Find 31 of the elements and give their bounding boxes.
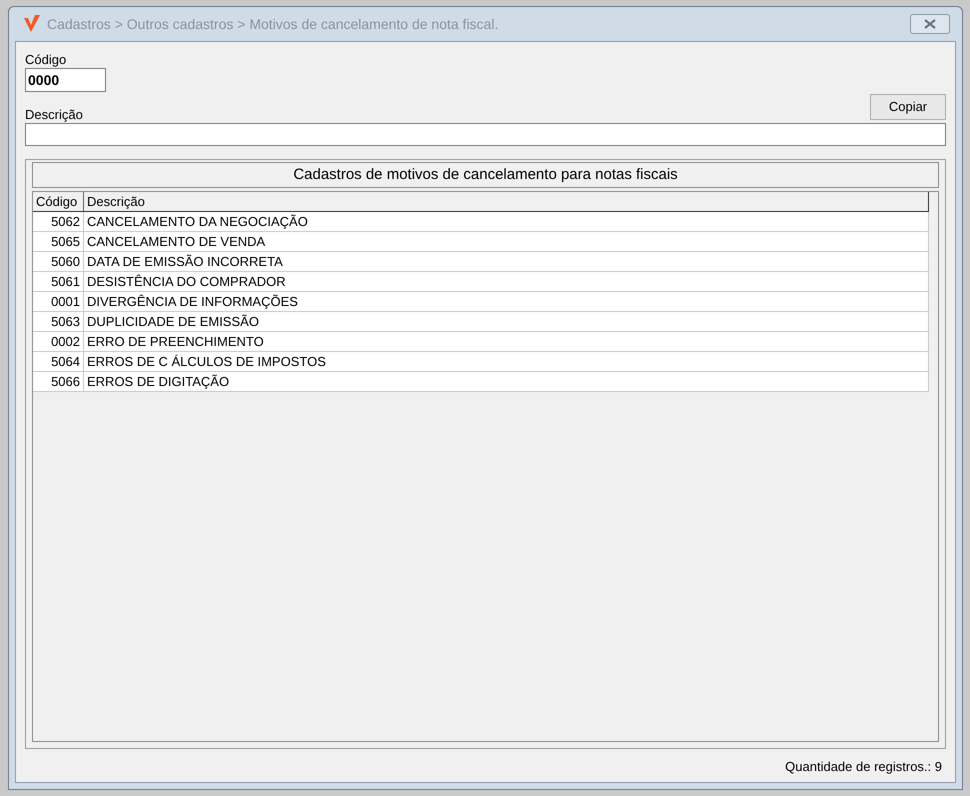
table-cell: 5061 — [33, 272, 84, 291]
table-cell-text: ERRO DE PREENCHIMENTO — [86, 333, 265, 351]
table-cell: 0001 — [33, 292, 84, 311]
table-cell: 5066 — [33, 372, 84, 391]
window-title: Cadastros > Outros cadastros > Motivos de cancelamento de nota fiscal. — [47, 14, 498, 34]
record-count: Quantidade de registros.: 9 — [785, 758, 942, 776]
table-cell-text: DIVERGÊNCIA DE INFORMAÇÕES — [86, 293, 299, 311]
column-header[interactable]: Descrição — [84, 192, 928, 211]
close-button[interactable] — [910, 14, 950, 34]
table-cell: 5065 — [33, 232, 84, 251]
table-cell-text: ERROS DE C ÁLCULOS DE IMPOSTOS — [86, 353, 327, 371]
table-cell: 5062 — [33, 212, 84, 231]
table-cell-text: DESISTÊNCIA DO COMPRADOR — [86, 273, 287, 291]
copy-button[interactable]: Copiar — [870, 94, 946, 120]
column-header[interactable]: Código — [33, 192, 84, 211]
table-cell: 5064 — [33, 352, 84, 371]
check-logo-icon — [23, 14, 41, 34]
description-label: Descrição — [25, 107, 83, 123]
table-cell: 5063 — [33, 312, 84, 331]
grid-title: Cadastros de motivos de cancelamento para notas fiscais — [32, 162, 939, 188]
table-cell-text: CANCELAMENTO DA NEGOCIAÇÃO — [86, 213, 309, 231]
table-cell: 5060 — [33, 252, 84, 271]
table-cell-text: DUPLICIDADE DE EMISSÃO — [86, 313, 260, 331]
table-cell-text: ERROS DE DIGITAÇÃO — [86, 373, 230, 391]
close-icon — [923, 19, 937, 29]
code-label: Código — [25, 52, 68, 68]
table-cell-text: DATA DE EMISSÃO INCORRETA — [86, 253, 284, 271]
table-cell: 0002 — [33, 332, 84, 351]
description-field[interactable] — [25, 123, 946, 146]
table-cell-text: CANCELAMENTO DE VENDA — [86, 233, 266, 251]
code-field[interactable]: 0000 — [25, 68, 106, 92]
